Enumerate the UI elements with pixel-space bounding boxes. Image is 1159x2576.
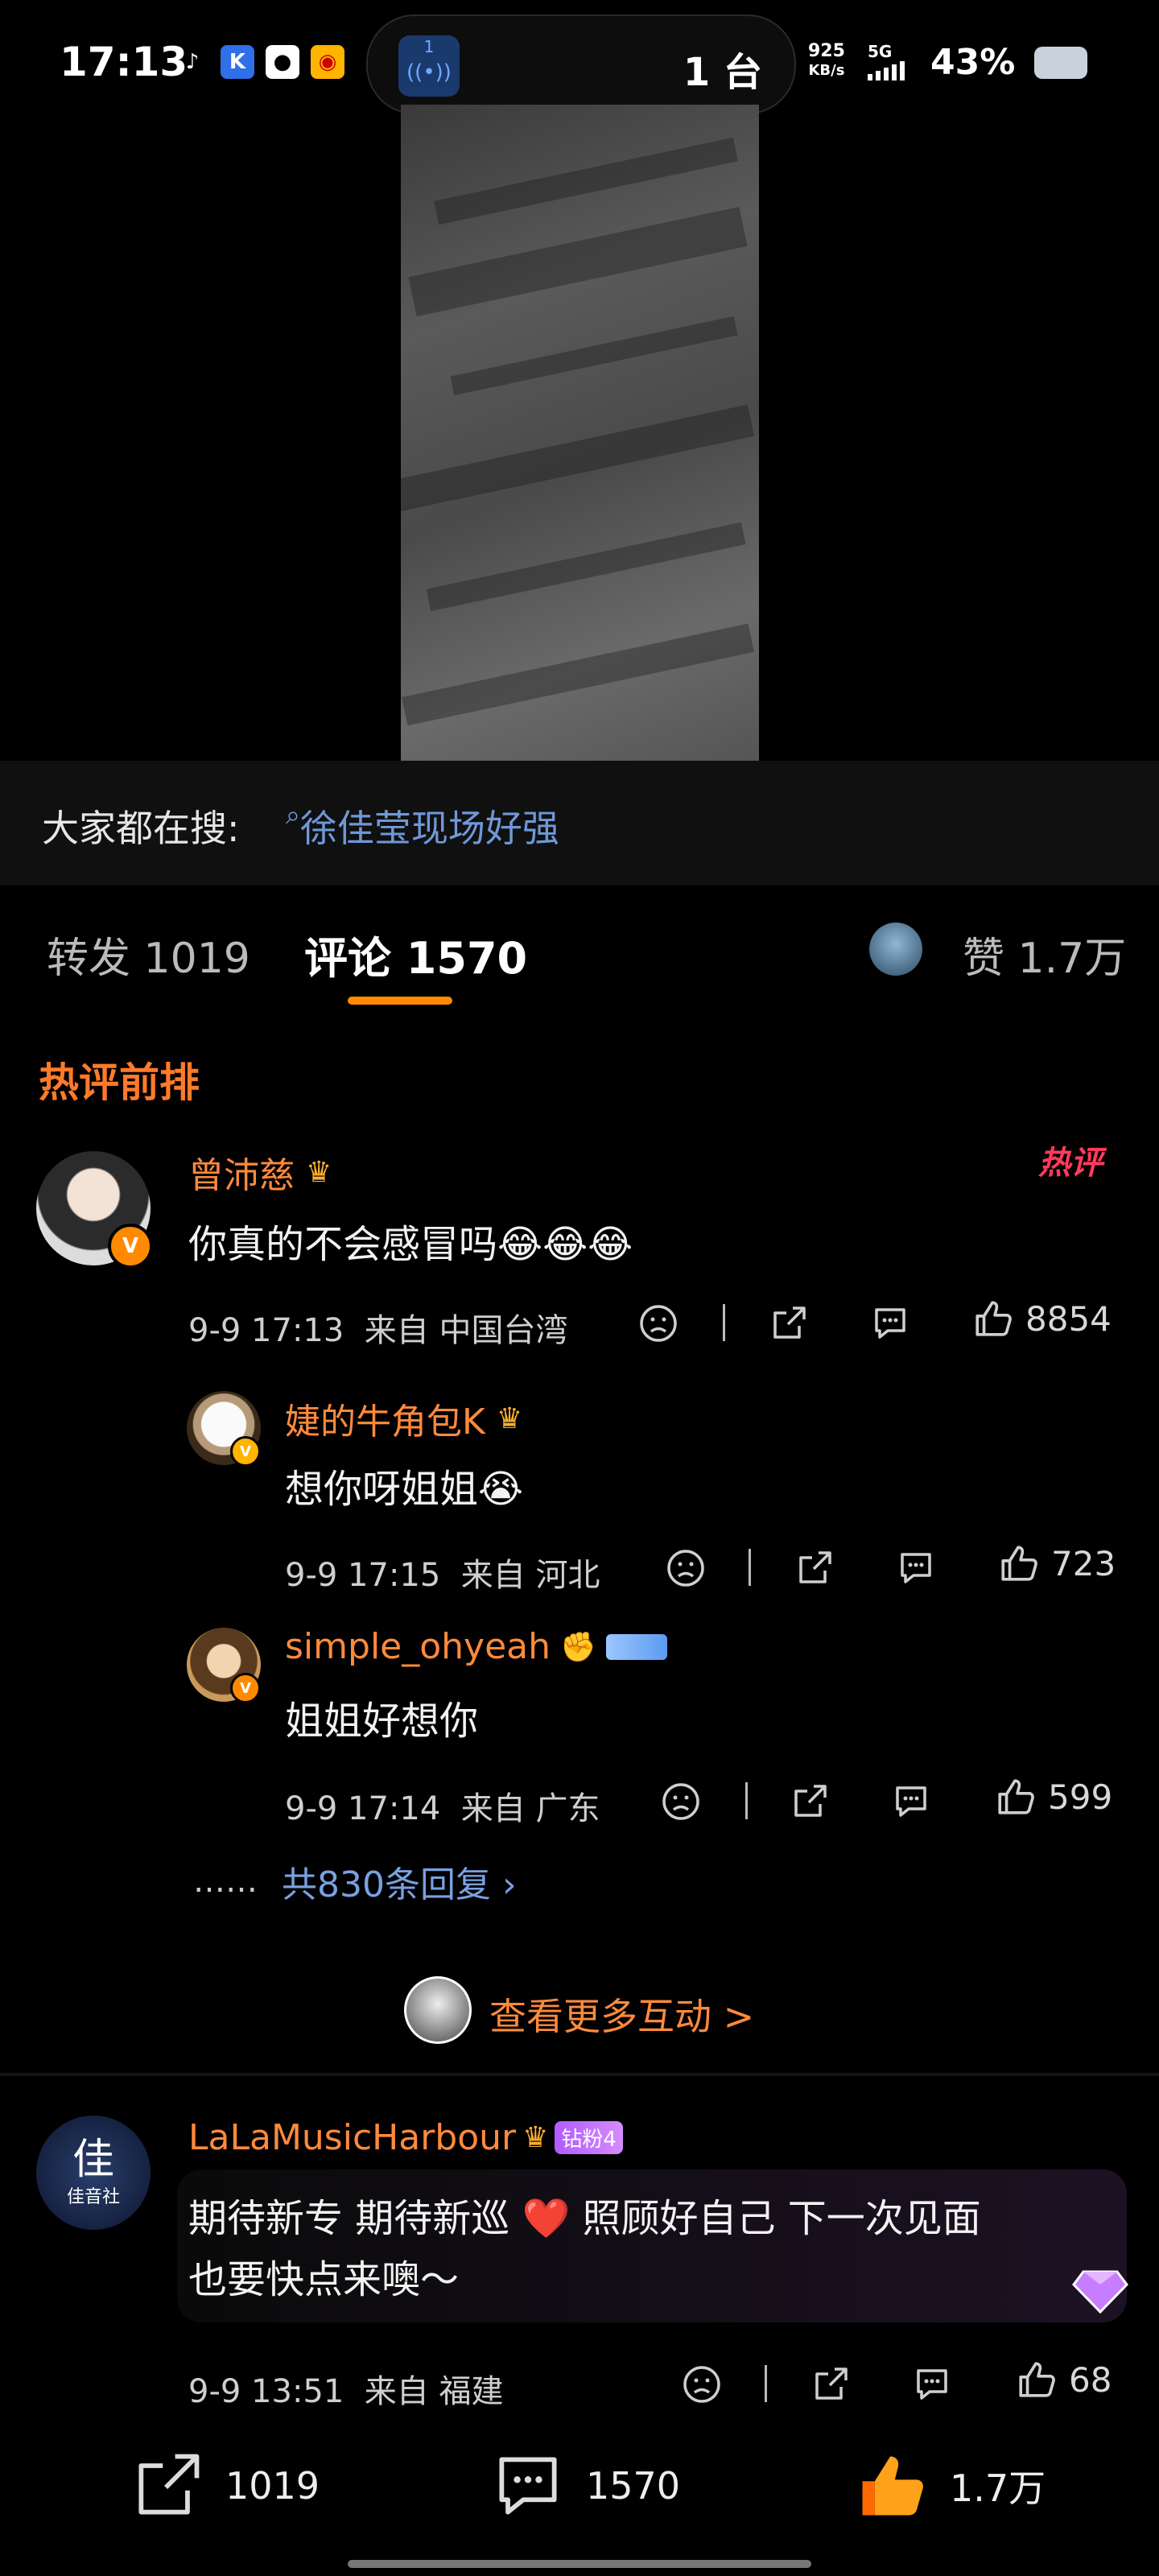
video-player[interactable]	[401, 105, 759, 761]
more-replies-row[interactable]: …… 共830条回复 ›	[193, 1856, 517, 1907]
crown-icon: ♛	[522, 2121, 549, 2154]
like-button[interactable]: 68	[1016, 2359, 1112, 2401]
reply-text: 姐姐好想你	[285, 1699, 479, 1744]
divider	[765, 2365, 767, 2402]
tab-comment[interactable]: 评论 1570	[304, 923, 527, 986]
network-type: 5G	[868, 42, 893, 61]
comment-count: 1570	[586, 2464, 681, 2508]
reply-icon[interactable]	[911, 2363, 953, 2405]
status-bar: 17:13 ♪ K ● ◉ 1 ((•)) 1 台 925 KB/s 5G 43…	[0, 0, 1159, 121]
reply-icon[interactable]	[869, 1302, 911, 1344]
verified-badge-icon: V	[230, 1673, 261, 1703]
like-button[interactable]: 8854	[972, 1298, 1112, 1340]
reply-text: 想你呀姐姐😭	[285, 1467, 524, 1512]
gem-decoration-icon	[1064, 2262, 1136, 2318]
comment-header: LaLaMusicHarbour ♛ 钻粉4	[188, 2117, 623, 2158]
tab-like[interactable]: 赞 1.7万	[963, 924, 1126, 985]
comment-header: 曾沛慈 ♛	[188, 1146, 332, 1198]
share-icon[interactable]	[794, 1547, 835, 1589]
like-button[interactable]: 1.7万	[853, 2447, 1046, 2524]
share-icon[interactable]	[810, 2363, 852, 2405]
reply-icon[interactable]	[890, 1781, 932, 1823]
thumbs-up-icon	[1001, 1546, 1037, 1581]
more-replies-link[interactable]: 共830条回复 ›	[282, 1856, 517, 1907]
tiktok-icon: ♪	[185, 50, 200, 74]
avatar	[404, 1976, 472, 2044]
search-label: 大家都在搜:	[42, 807, 240, 850]
avatar[interactable]: 佳 佳音社	[36, 2116, 151, 2230]
thumbs-up-icon	[998, 1779, 1034, 1814]
comment-button[interactable]: 1570	[489, 2447, 680, 2524]
search-query-link[interactable]: ⌕徐佳莹现场好强	[286, 799, 559, 852]
dislike-icon[interactable]	[665, 1547, 707, 1589]
dislike-icon[interactable]	[660, 1781, 702, 1823]
comment-icon	[499, 2457, 557, 2515]
share-icon[interactable]	[789, 1781, 831, 1823]
reply-user-name[interactable]: simple_ohyeah	[285, 1626, 551, 1667]
dislike-icon[interactable]	[681, 2363, 723, 2405]
repost-count: 1019	[225, 2464, 320, 2508]
thumbs-up-icon	[1019, 2362, 1055, 2397]
status-time: 17:13	[60, 39, 188, 85]
liker-avatar	[869, 923, 922, 976]
comment-meta: 9-9 17:13 来自 中国台湾	[188, 1312, 568, 1349]
like-count: 1.7万	[950, 2467, 1046, 2510]
verified-badge-icon: V	[108, 1224, 153, 1269]
home-indicator[interactable]	[348, 2560, 811, 2568]
thumbs-up-icon	[975, 1301, 1012, 1336]
fan-badge: 钻粉4	[555, 2121, 623, 2154]
crown-icon: ♛	[306, 1155, 332, 1189]
divider	[723, 1304, 725, 1341]
divider	[745, 1782, 748, 1819]
repost-button[interactable]: 1019	[129, 2447, 320, 2524]
reply-header: 婕的牛角包K ♛	[285, 1393, 522, 1444]
section-divider	[0, 2073, 1159, 2076]
ellipsis: ……	[193, 1863, 258, 1900]
fan-badge	[605, 1633, 667, 1660]
reply-icon[interactable]	[895, 1547, 937, 1589]
weibo-icon: ◉	[311, 45, 344, 79]
comment-text: 你真的不会感冒吗😂😂😂	[188, 1222, 633, 1267]
comment-text: 期待新专 期待新巡 ❤️ 照顾好自己 下一次见面 也要快点来噢～	[188, 2196, 981, 2302]
comment-user-name[interactable]: LaLaMusicHarbour	[188, 2117, 516, 2158]
post-tabs: 转发 1019 评论 1570 赞 1.7万	[0, 886, 1159, 1014]
tab-active-indicator	[348, 997, 452, 1005]
bottom-action-bar: 1019 1570 1.7万	[0, 2407, 1159, 2576]
verified-badge-icon: V	[230, 1436, 261, 1467]
thumbs-up-icon	[862, 2456, 923, 2516]
divider	[749, 1549, 751, 1586]
search-icon: ⌕	[286, 799, 300, 830]
comment-meta: 9-9 13:51 来自 福建	[188, 2373, 504, 2410]
hot-comment-tag: 热评	[1038, 1145, 1103, 1182]
tab-repost[interactable]: 转发 1019	[47, 924, 250, 985]
signal-icon	[868, 61, 905, 80]
dynamic-island[interactable]: 1 ((•)) 1 台	[366, 14, 796, 114]
like-button[interactable]: 599	[995, 1776, 1112, 1818]
see-more-interactions-button[interactable]: 查看更多互动 >	[404, 1976, 758, 2049]
reply-user-name[interactable]: 婕的牛角包K	[285, 1393, 485, 1444]
like-button[interactable]: 723	[998, 1542, 1116, 1584]
qq-icon: ●	[266, 45, 299, 79]
reply-header: simple_ohyeah ✊	[285, 1626, 667, 1667]
net-speed: 925 KB/s	[808, 41, 845, 80]
see-more-label: 查看更多互动 >	[489, 1995, 755, 2038]
battery-percent: 43%	[930, 42, 1016, 83]
share-icon	[138, 2454, 200, 2515]
share-icon[interactable]	[768, 1302, 810, 1344]
reply-meta: 9-9 17:14 来自 广东	[285, 1790, 600, 1827]
crown-icon: ♛	[496, 1402, 523, 1435]
comment-user-name[interactable]: 曾沛慈	[188, 1146, 295, 1198]
fan-level-icon: ✊	[560, 1630, 596, 1664]
dislike-icon[interactable]	[637, 1302, 679, 1344]
trending-search-bar[interactable]: 大家都在搜: ⌕徐佳莹现场好强	[0, 761, 1159, 886]
hot-comments-title: 热评前排	[39, 1059, 200, 1106]
island-text: 1 台	[683, 50, 762, 95]
k-app-icon: K	[221, 45, 254, 79]
battery-icon	[1034, 47, 1087, 79]
reply-meta: 9-9 17:15 来自 河北	[285, 1557, 600, 1594]
broadcast-icon: 1 ((•))	[398, 35, 460, 97]
